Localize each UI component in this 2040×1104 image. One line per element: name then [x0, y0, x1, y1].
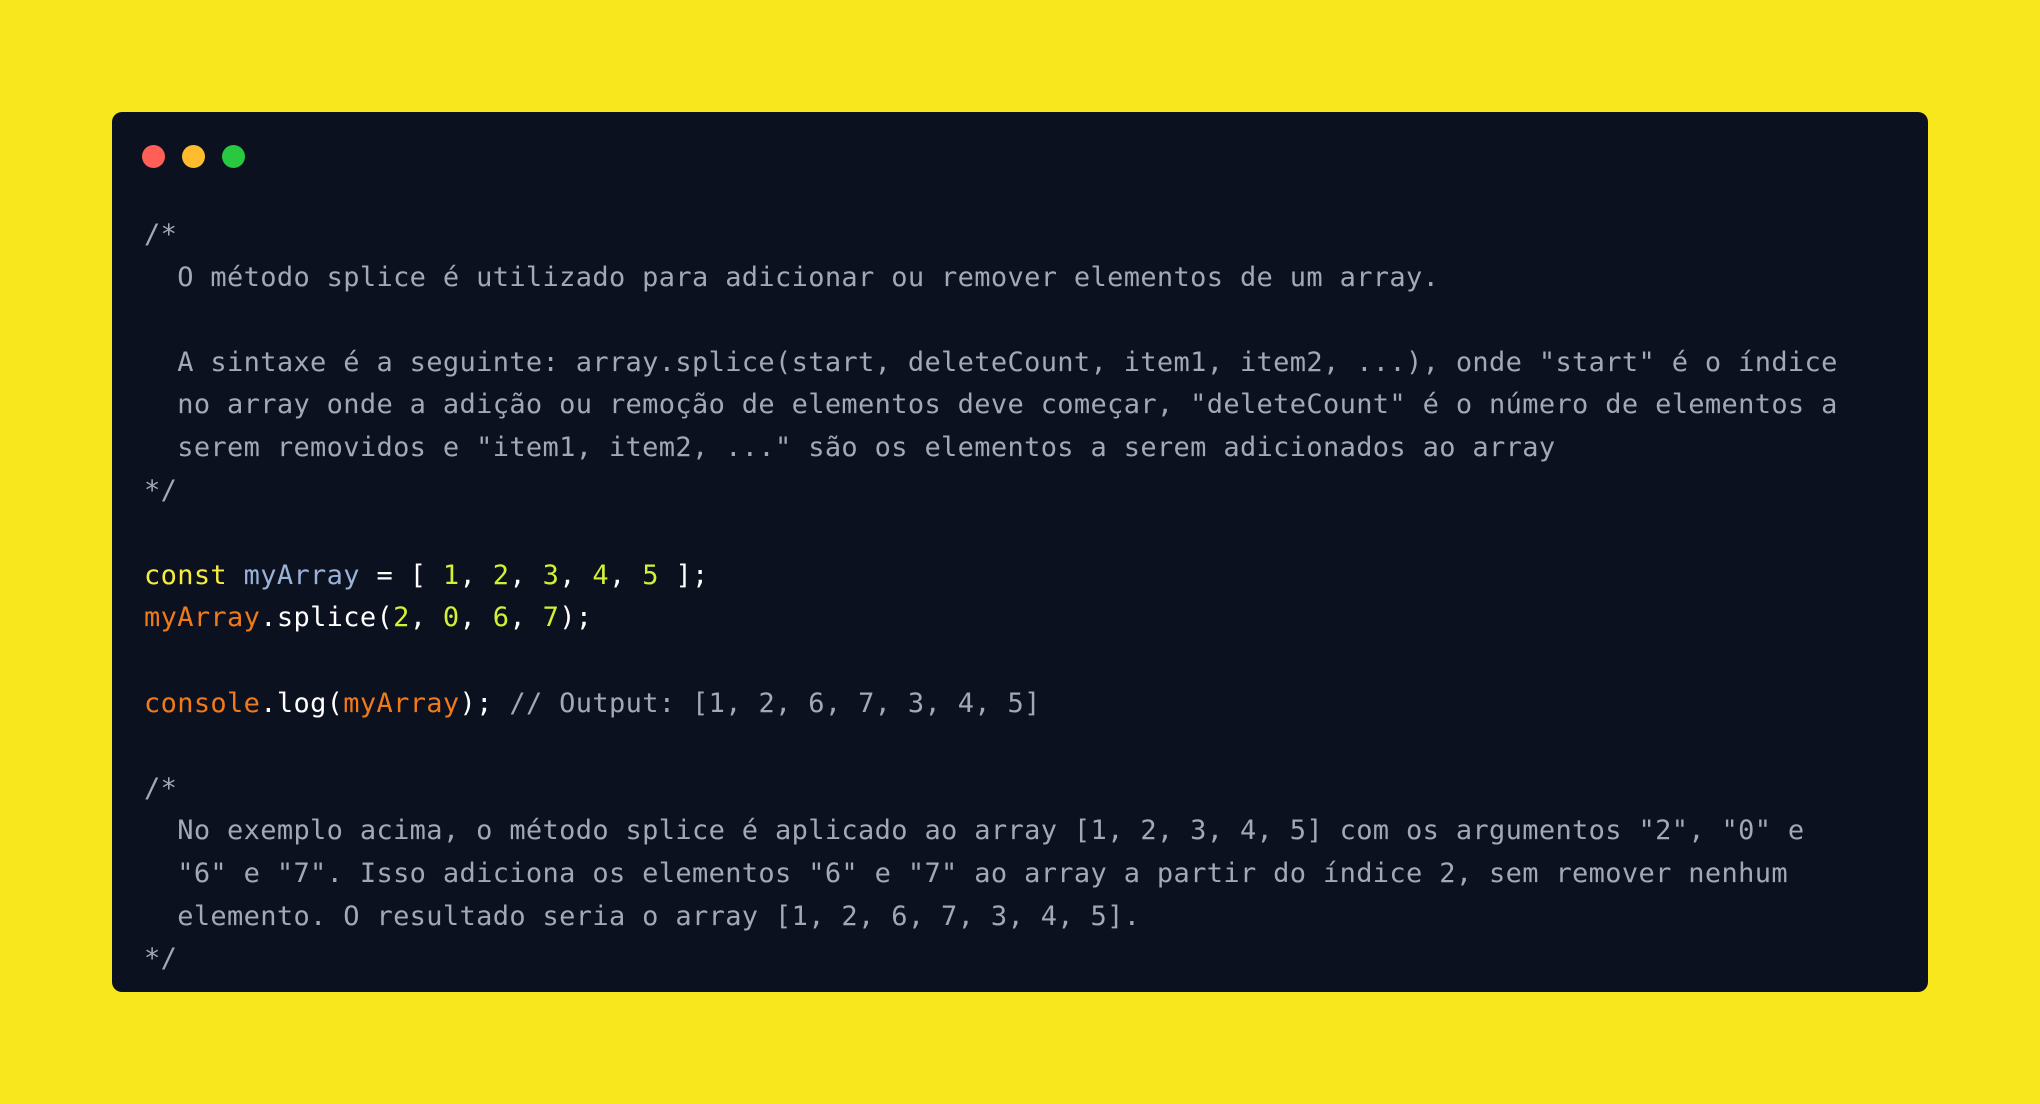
comment-close: */: [144, 474, 178, 506]
comment-line: No exemplo acima, o método splice é apli…: [144, 815, 1805, 847]
comment-line: O método splice é utilizado para adicion…: [144, 261, 1440, 293]
comment-open: /*: [144, 772, 178, 804]
window-controls: [142, 145, 245, 168]
comment-close: */: [144, 943, 178, 975]
output-comment: // Output: [1, 2, 6, 7, 3, 4, 5]: [509, 687, 1041, 719]
splice-arg: 0: [442, 602, 460, 634]
array-end: ];: [658, 559, 709, 591]
array-value: 2: [492, 559, 510, 591]
comment-blank-line: [144, 299, 1838, 342]
comment-line: no array onde a adição ou remoção de ele…: [144, 389, 1838, 421]
log-method: .log(: [260, 687, 344, 719]
const-declaration-line: const myArray = [ 1, 2, 3, 4, 5 ];: [144, 559, 709, 591]
log-end: );: [459, 687, 510, 719]
comment-line: "6" e "7". Isso adiciona os elementos "6…: [144, 857, 1788, 889]
splice-arg: 6: [492, 602, 510, 634]
comment-line: serem removidos e "item1, item2, ..." sã…: [144, 431, 1556, 463]
close-icon[interactable]: [142, 145, 165, 168]
maximize-icon[interactable]: [222, 145, 245, 168]
const-keyword: const: [144, 559, 228, 591]
variable-name: myArray: [243, 559, 360, 591]
splice-object: myArray: [144, 602, 261, 634]
minimize-icon[interactable]: [182, 145, 205, 168]
code-block: /* O método splice é utilizado para adic…: [144, 214, 1838, 981]
array-value: 3: [542, 559, 560, 591]
splice-arg: 7: [542, 602, 560, 634]
array-value: 4: [592, 559, 610, 591]
splice-method: .splice(: [260, 602, 394, 634]
splice-call-line: myArray.splice(2, 0, 6, 7);: [144, 602, 593, 634]
console-log-line: console.log(myArray); // Output: [1, 2, …: [144, 683, 1838, 726]
splice-arg: 2: [393, 602, 410, 634]
assign-operator: = [: [359, 559, 443, 591]
log-argument: myArray: [343, 687, 460, 719]
array-value: 5: [642, 559, 659, 591]
comment-open: /*: [144, 219, 178, 250]
comment-line: A sintaxe é a seguinte: array.splice(sta…: [144, 346, 1838, 378]
console-object: console: [144, 687, 261, 719]
splice-end: );: [559, 602, 593, 634]
code-window: /* O método splice é utilizado para adic…: [112, 112, 1928, 992]
comment-line: elemento. O resultado seria o array [1, …: [144, 900, 1141, 932]
array-value: 1: [442, 559, 460, 591]
